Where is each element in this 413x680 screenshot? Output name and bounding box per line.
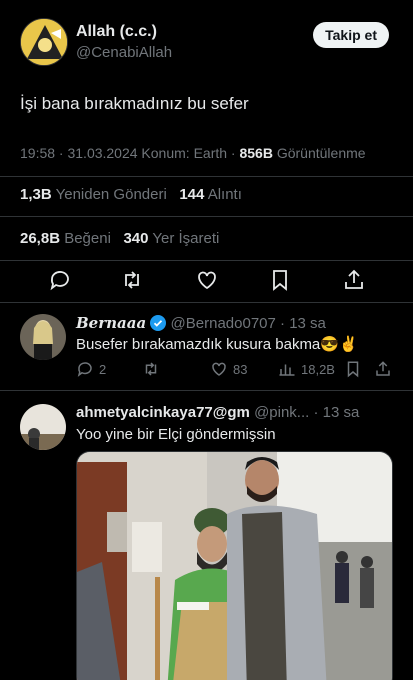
views-count: 856B <box>239 145 273 161</box>
author-avatar[interactable] <box>20 18 68 66</box>
reply-icon <box>50 271 69 291</box>
bookmarks-count: 340 <box>123 230 149 247</box>
likes-link[interactable]: 26,8B Beğeni <box>20 230 111 247</box>
quotes-link[interactable]: 144 Alıntı <box>179 186 242 203</box>
author-handle[interactable]: @CenabiAllah <box>76 44 172 61</box>
reply-time[interactable]: · 13 sa <box>313 404 359 421</box>
repost-button[interactable] <box>120 268 144 292</box>
reply-bookmark-button[interactable] <box>344 360 362 378</box>
likes-label: Beğeni <box>64 230 111 247</box>
bookmark-icon <box>273 270 287 291</box>
reply-reply-count: 2 <box>99 361 107 377</box>
share-icon <box>345 269 363 289</box>
heart-icon <box>198 271 216 290</box>
reply-views-button[interactable]: 18,2B <box>278 360 335 378</box>
reply-button[interactable] <box>48 268 72 292</box>
like-button[interactable] <box>195 268 219 292</box>
reply-author-handle[interactable]: @pink... <box>254 404 309 421</box>
share-button[interactable] <box>342 268 366 292</box>
reply-text: Yoo yine bir Elçi göndermişsin <box>76 426 276 443</box>
reply-avatar[interactable] <box>20 314 66 360</box>
reply-action-bar: 2 83 18,2B <box>76 360 395 380</box>
reply-share-button[interactable] <box>374 360 392 378</box>
reply-author-handle[interactable]: @Bernado0707 <box>171 315 276 332</box>
follow-button[interactable]: Takip et <box>313 22 389 48</box>
bookmark-icon <box>347 361 359 378</box>
reply-icon <box>77 362 92 377</box>
bookmark-button[interactable] <box>268 268 292 292</box>
tweet-time[interactable]: 19:58 · 31.03.2024 Konum: Earth · <box>20 145 236 161</box>
verified-icon <box>150 315 167 331</box>
reply-view-count: 18,2B <box>301 361 335 377</box>
reply-photo[interactable] <box>76 451 393 680</box>
reply-author-line: ahmetyalcinkaya77@gm @pink... · 13 sa <box>76 404 359 421</box>
reply-like-count: 83 <box>233 361 248 377</box>
reply-author-name[interactable]: Bernaaa <box>76 314 146 332</box>
views-icon <box>279 364 295 376</box>
reposts-label: Yeniden Gönderi <box>55 186 167 203</box>
divider <box>0 176 413 177</box>
tweet-header: Allah (c.c.) @CenabiAllah Takip et <box>20 18 395 68</box>
tweet-meta: 19:58 · 31.03.2024 Konum: Earth · 856B G… <box>20 145 366 161</box>
reply-text: Busefer bırakamazdık kusura bakma😎✌️ <box>76 336 358 353</box>
like-stats: 26,8B Beğeni 340 Yer İşareti <box>20 230 219 247</box>
reply-time[interactable]: · 13 sa <box>280 315 326 332</box>
tweet-text: İşi bana bırakmadınız bu sefer <box>20 94 249 113</box>
views-label: Görüntülenme <box>276 145 366 161</box>
repost-icon <box>125 271 139 289</box>
quotes-label: Alıntı <box>207 186 242 203</box>
repost-icon <box>145 362 157 376</box>
reply-avatar[interactable] <box>20 404 66 450</box>
reply-author-name[interactable]: ahmetyalcinkaya77@gm <box>76 404 250 421</box>
reply-reply-button[interactable]: 2 <box>76 360 106 378</box>
divider <box>0 260 413 261</box>
repost-stats: 1,3B Yeniden Gönderi 144 Alıntı <box>20 186 242 203</box>
reposts-count: 1,3B <box>20 186 52 203</box>
reply-repost-button[interactable] <box>142 360 165 378</box>
tweet-action-bar <box>0 262 413 298</box>
bookmarks-label: Yer İşareti <box>152 230 220 247</box>
share-icon <box>376 361 390 376</box>
reply-like-button[interactable]: 83 <box>210 360 247 378</box>
author-name[interactable]: Allah (c.c.) <box>76 23 157 41</box>
quotes-count: 144 <box>179 186 205 203</box>
bookmarks-link[interactable]: 340 Yer İşareti <box>123 230 219 247</box>
divider <box>0 216 413 217</box>
likes-count: 26,8B <box>20 230 61 247</box>
reply-item[interactable]: Bernaaa @Bernado0707 · 13 sa Busefer bır… <box>0 302 413 392</box>
heart-icon <box>212 362 226 376</box>
reply-author-line: Bernaaa @Bernado0707 · 13 sa <box>76 314 326 332</box>
reposts-link[interactable]: 1,3B Yeniden Gönderi <box>20 186 167 203</box>
